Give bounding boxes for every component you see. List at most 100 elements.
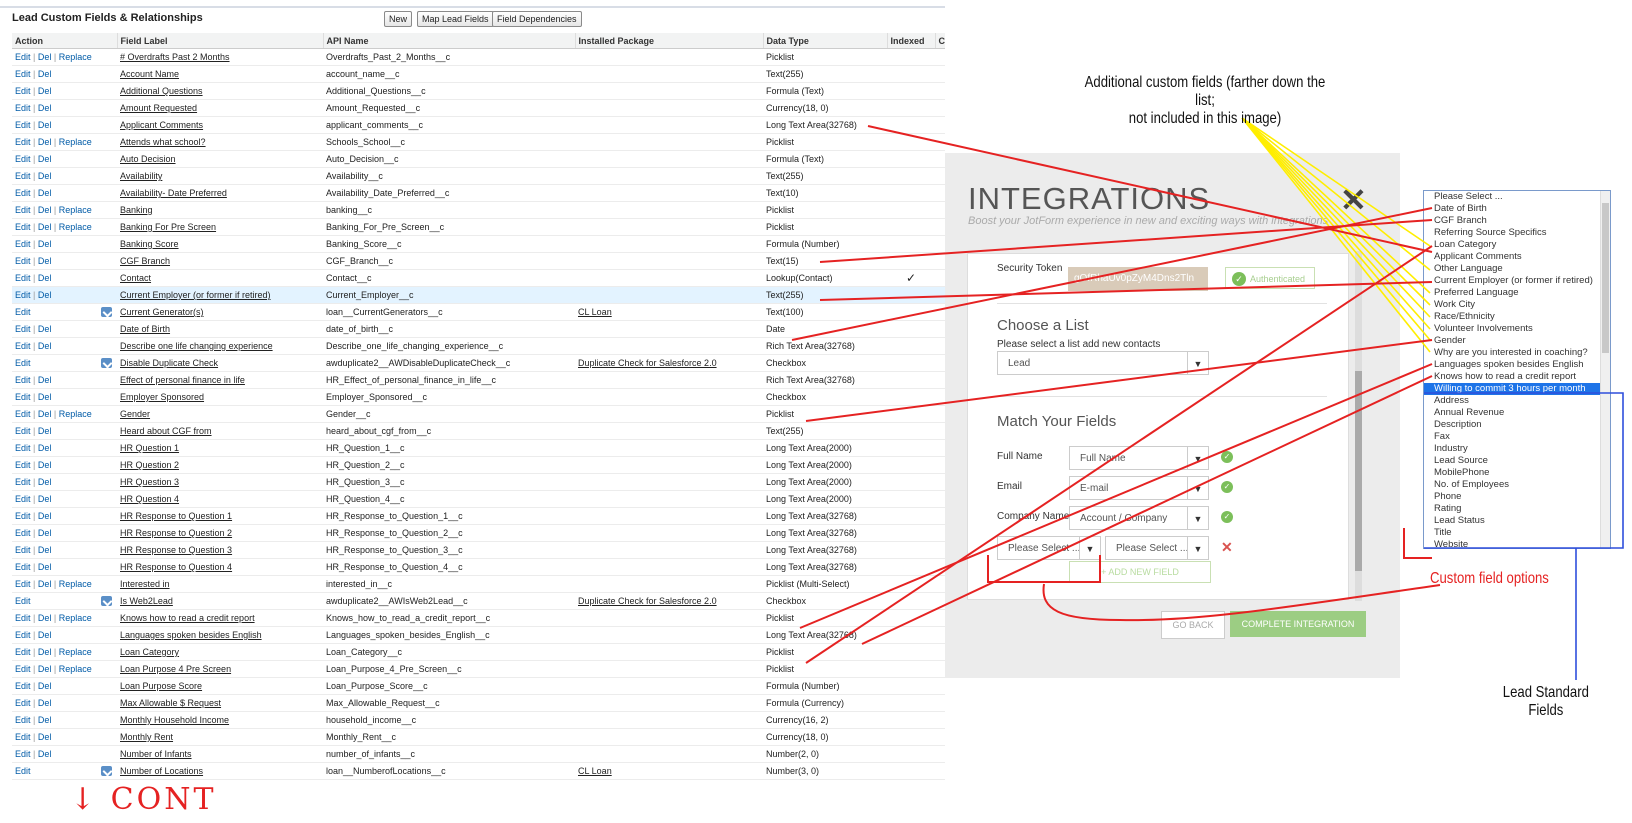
go-back-button[interactable]: GO BACK (1161, 611, 1225, 639)
edit-link[interactable]: Edit (15, 443, 31, 453)
dropdown-option[interactable]: Willing to commit 3 hours per month (1424, 383, 1610, 395)
dropdown-option[interactable]: CGF Branch (1424, 215, 1610, 227)
field-label-link[interactable]: Heard about CGF from (120, 426, 212, 436)
field-label-link[interactable]: Banking (120, 205, 153, 215)
replace-link[interactable]: Replace (59, 647, 92, 657)
del-link[interactable]: Del (38, 460, 52, 470)
installed-package-link[interactable]: CL Loan (578, 766, 612, 776)
field-label-link[interactable]: HR Response to Question 3 (120, 545, 232, 555)
email-select[interactable]: E-mail ▼ (1069, 476, 1209, 500)
col-installed-package[interactable]: Installed Package (575, 33, 764, 49)
del-link[interactable]: Del (38, 409, 52, 419)
col-api-name[interactable]: API Name (323, 33, 576, 49)
dropdown-option[interactable]: Loan Category (1424, 239, 1610, 251)
dropdown-option[interactable]: Date of Birth (1424, 203, 1610, 215)
edit-link[interactable]: Edit (15, 715, 31, 725)
edit-link[interactable]: Edit (15, 766, 31, 776)
field-label-link[interactable]: Availability (120, 171, 162, 181)
field-label-link[interactable]: CGF Branch (120, 256, 170, 266)
field-label-link[interactable]: Employer Sponsored (120, 392, 204, 402)
installed-package-link[interactable]: Duplicate Check for Salesforce 2.0 (578, 358, 717, 368)
col-data-type[interactable]: Data Type (763, 33, 888, 49)
del-link[interactable]: Del (38, 86, 52, 96)
edit-link[interactable]: Edit (15, 681, 31, 691)
del-link[interactable]: Del (38, 52, 52, 62)
remove-field-icon[interactable]: ✕ (1221, 539, 1233, 556)
del-link[interactable]: Del (38, 562, 52, 572)
edit-link[interactable]: Edit (15, 256, 31, 266)
edit-link[interactable]: Edit (15, 137, 31, 147)
field-label-link[interactable]: HR Response to Question 1 (120, 511, 232, 521)
edit-link[interactable]: Edit (15, 647, 31, 657)
edit-link[interactable]: Edit (15, 698, 31, 708)
del-link[interactable]: Del (38, 681, 52, 691)
edit-link[interactable]: Edit (15, 596, 31, 606)
field-label-link[interactable]: Interested in (120, 579, 170, 589)
del-link[interactable]: Del (38, 579, 52, 589)
field-label-link[interactable]: Gender (120, 409, 150, 419)
company-select[interactable]: Account / Company ▼ (1069, 506, 1209, 530)
close-icon[interactable]: ✕ (1340, 181, 1367, 219)
del-link[interactable]: Del (38, 528, 52, 538)
dropdown-option[interactable]: Gender (1424, 335, 1610, 347)
field-dependencies-button[interactable]: Field Dependencies (492, 11, 582, 27)
custom-field-select-right[interactable]: Please Select ... ▼ (1105, 536, 1209, 560)
edit-link[interactable]: Edit (15, 392, 31, 402)
field-label-link[interactable]: Availability- Date Preferred (120, 188, 227, 198)
del-link[interactable]: Del (38, 613, 52, 623)
full-name-select[interactable]: Full Name ▼ (1069, 446, 1209, 470)
del-link[interactable]: Del (38, 69, 52, 79)
field-label-link[interactable]: Loan Purpose 4 Pre Screen (120, 664, 231, 674)
field-label-link[interactable]: Max Allowable $ Request (120, 698, 221, 708)
field-label-link[interactable]: Number of Infants (120, 749, 192, 759)
edit-link[interactable]: Edit (15, 154, 31, 164)
dropdown-option[interactable]: Address (1424, 395, 1610, 407)
dropdown-option[interactable]: Lead Source (1424, 455, 1610, 467)
del-link[interactable]: Del (38, 443, 52, 453)
edit-link[interactable]: Edit (15, 613, 31, 623)
dropdown-scrollbar[interactable] (1600, 191, 1610, 548)
scrollbar-thumb[interactable] (1355, 371, 1362, 571)
edit-link[interactable]: Edit (15, 69, 31, 79)
edit-link[interactable]: Edit (15, 86, 31, 96)
edit-link[interactable]: Edit (15, 120, 31, 130)
edit-link[interactable]: Edit (15, 426, 31, 436)
dropdown-option[interactable]: Languages spoken besides English (1424, 359, 1610, 371)
new-button[interactable]: New (384, 11, 413, 27)
del-link[interactable]: Del (38, 698, 52, 708)
del-link[interactable]: Del (38, 256, 52, 266)
edit-link[interactable]: Edit (15, 273, 31, 283)
dropdown-option[interactable]: Phone (1424, 491, 1610, 503)
field-label-link[interactable]: Auto Decision (120, 154, 176, 164)
del-link[interactable]: Del (38, 188, 52, 198)
edit-link[interactable]: Edit (15, 103, 31, 113)
field-label-link[interactable]: Monthly Household Income (120, 715, 229, 725)
dropdown-option[interactable]: Rating (1424, 503, 1610, 515)
dropdown-option[interactable]: Volunteer Involvements (1424, 323, 1610, 335)
field-label-link[interactable]: Amount Requested (120, 103, 197, 113)
edit-link[interactable]: Edit (15, 477, 31, 487)
del-link[interactable]: Del (38, 664, 52, 674)
col-field-label[interactable]: Field Label (117, 33, 324, 49)
del-link[interactable]: Del (38, 630, 52, 640)
field-label-link[interactable]: Loan Purpose Score (120, 681, 202, 691)
edit-link[interactable]: Edit (15, 562, 31, 572)
installed-package-link[interactable]: Duplicate Check for Salesforce 2.0 (578, 596, 717, 606)
replace-link[interactable]: Replace (59, 137, 92, 147)
field-label-link[interactable]: Additional Questions (120, 86, 203, 96)
field-label-link[interactable]: Loan Category (120, 647, 179, 657)
map-lead-fields-button[interactable]: Map Lead Fields (417, 11, 494, 27)
dropdown-option[interactable]: MobilePhone (1424, 467, 1610, 479)
del-link[interactable]: Del (38, 545, 52, 555)
dropdown-option[interactable]: Industry (1424, 443, 1610, 455)
replace-link[interactable]: Replace (59, 222, 92, 232)
dropdown-option[interactable]: Current Employer (or former if retired) (1424, 275, 1610, 287)
field-label-link[interactable]: Effect of personal finance in life (120, 375, 245, 385)
dropdown-option[interactable]: No. of Employees (1424, 479, 1610, 491)
add-new-field-button[interactable]: + ADD NEW FIELD (1069, 561, 1211, 583)
del-link[interactable]: Del (38, 477, 52, 487)
edit-link[interactable]: Edit (15, 494, 31, 504)
field-label-link[interactable]: HR Question 2 (120, 460, 179, 470)
field-label-link[interactable]: # Overdrafts Past 2 Months (120, 52, 230, 62)
edit-link[interactable]: Edit (15, 460, 31, 470)
